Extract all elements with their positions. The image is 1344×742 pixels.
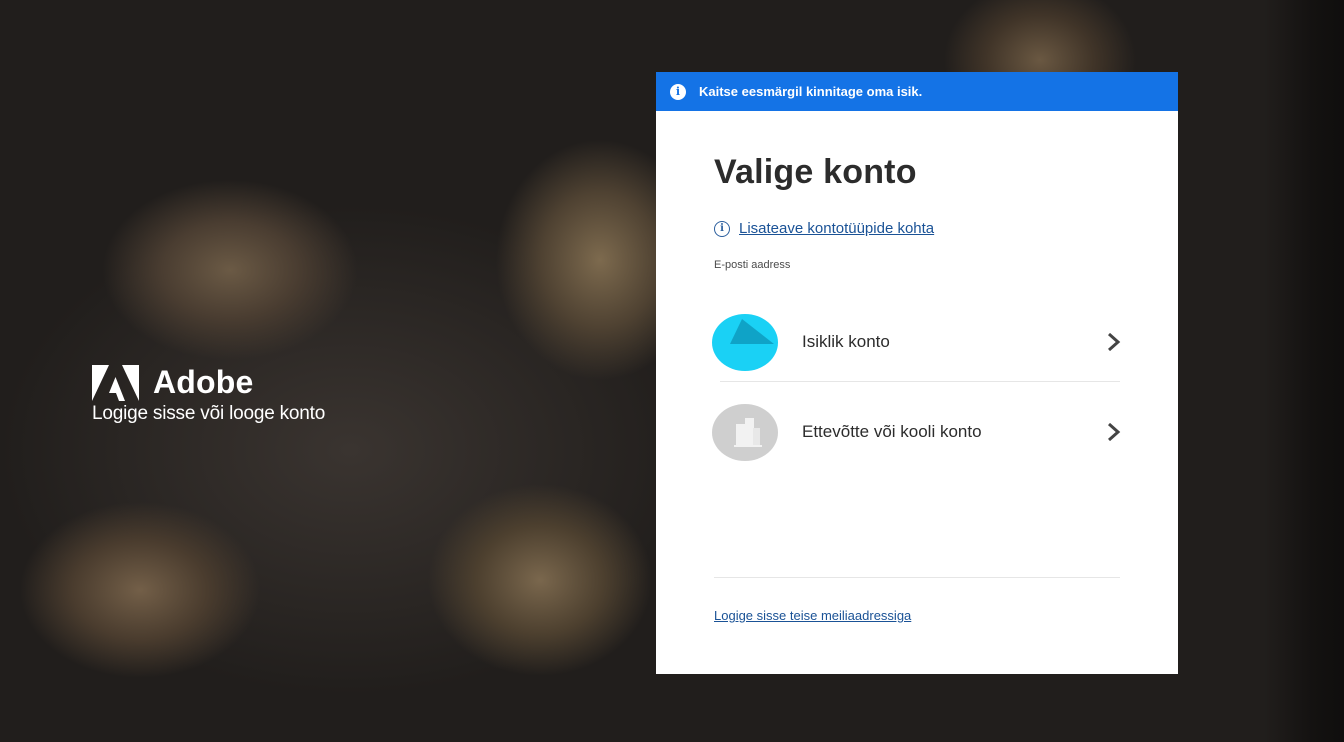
account-dialog: i Kaitse eesmärgil kinnitage oma isik. V… [656, 72, 1178, 674]
background-edge-shadow [1264, 0, 1344, 742]
brand-tagline: Logige sisse või looge konto [92, 403, 326, 424]
account-list: Isiklik konto Ettevõtte või kooli konto [712, 303, 1121, 482]
brand-name: Adobe [153, 364, 254, 400]
business-account-option[interactable]: Ettevõtte või kooli konto [712, 382, 1121, 482]
security-banner: i Kaitse eesmärgil kinnitage oma isik. [656, 72, 1178, 111]
learn-more-row: i Lisateave kontotüüpide kohta [714, 220, 1120, 237]
personal-account-label: Isiklik konto [802, 332, 890, 351]
email-label: E-posti aadress [714, 259, 791, 271]
page-title: Valige konto [714, 153, 917, 191]
brand-block: Adobe Logige sisse või looge konto [92, 364, 325, 425]
adobe-logo-icon [92, 364, 139, 401]
business-account-label: Ettevõtte või kooli konto [802, 422, 982, 441]
chevron-right-icon [1108, 422, 1121, 442]
other-email-link[interactable]: Logige sisse teise meiliaadressiga [714, 608, 911, 623]
personal-account-option[interactable]: Isiklik konto [712, 303, 1121, 381]
personal-account-icon [712, 313, 778, 371]
banner-text: Kaitse eesmärgil kinnitage oma isik. [699, 84, 923, 99]
other-email-row: Logige sisse teise meiliaadressiga [714, 608, 911, 623]
learn-more-link[interactable]: Lisateave kontotüüpide kohta [739, 220, 934, 237]
footer-divider [714, 577, 1120, 578]
info-icon: i [670, 83, 686, 100]
info-circle-icon: i [714, 220, 730, 237]
chevron-right-icon [1108, 332, 1121, 352]
business-account-icon [712, 403, 778, 461]
